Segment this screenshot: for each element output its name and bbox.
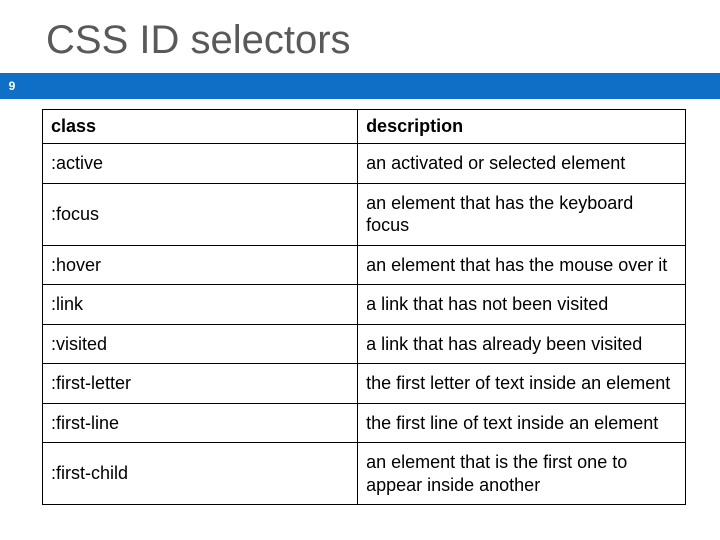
cell-class: :first-line xyxy=(43,403,358,443)
accent-bar: 9 xyxy=(0,73,720,99)
cell-description: the first letter of text inside an eleme… xyxy=(358,364,686,404)
cell-description: an element that has the mouse over it xyxy=(358,245,686,285)
table-row: :focus an element that has the keyboard … xyxy=(43,183,686,245)
cell-class: :first-child xyxy=(43,443,358,505)
cell-description: a link that has not been visited xyxy=(358,285,686,325)
table-row: :first-child an element that is the firs… xyxy=(43,443,686,505)
cell-class: :focus xyxy=(43,183,358,245)
accent-bar-fill xyxy=(24,73,720,99)
cell-description: an element that has the keyboard focus xyxy=(358,183,686,245)
cell-description: the first line of text inside an element xyxy=(358,403,686,443)
table-row: :active an activated or selected element xyxy=(43,144,686,184)
cell-class: :active xyxy=(43,144,358,184)
pseudo-class-table: class description :active an activated o… xyxy=(42,109,686,505)
table-row: :hover an element that has the mouse ove… xyxy=(43,245,686,285)
slide: CSS ID selectors 9 class description :ac… xyxy=(0,0,720,540)
table-container: class description :active an activated o… xyxy=(0,99,720,505)
cell-description: an activated or selected element xyxy=(358,144,686,184)
table-row: :link a link that has not been visited xyxy=(43,285,686,325)
col-header-description: description xyxy=(358,110,686,144)
cell-class: :first-letter xyxy=(43,364,358,404)
table-row: :first-letter the first letter of text i… xyxy=(43,364,686,404)
col-header-class: class xyxy=(43,110,358,144)
table-header-row: class description xyxy=(43,110,686,144)
cell-description: an element that is the first one to appe… xyxy=(358,443,686,505)
table-row: :visited a link that has already been vi… xyxy=(43,324,686,364)
cell-description: a link that has already been visited xyxy=(358,324,686,364)
slide-number: 9 xyxy=(0,73,24,99)
cell-class: :visited xyxy=(43,324,358,364)
cell-class: :link xyxy=(43,285,358,325)
slide-title: CSS ID selectors xyxy=(0,0,720,73)
cell-class: :hover xyxy=(43,245,358,285)
table-row: :first-line the first line of text insid… xyxy=(43,403,686,443)
